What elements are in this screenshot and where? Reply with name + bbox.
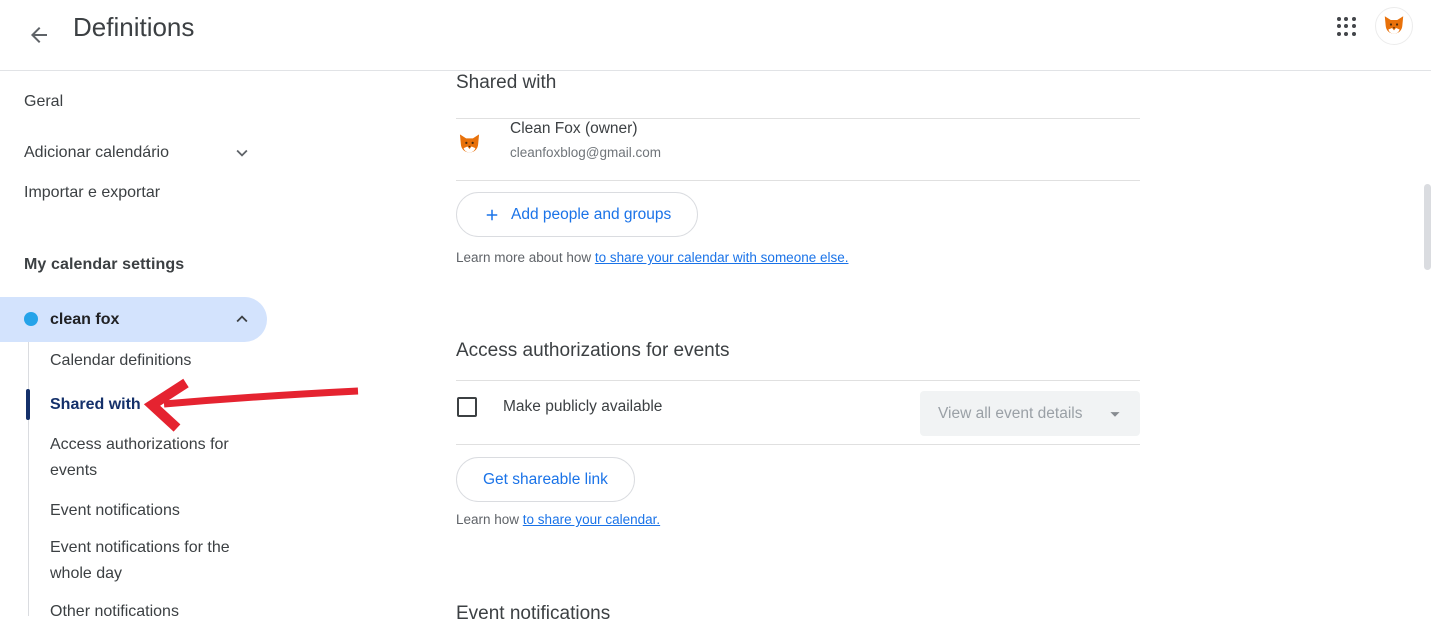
sidebar-item-shared-with[interactable]: Shared with [50,392,141,418]
sidebar-item-calendar-definitions[interactable]: Calendar definitions [50,348,191,374]
share-help-text: Learn more about how to share your calen… [456,250,848,265]
google-apps-button[interactable] [1326,6,1366,46]
active-item-indicator [26,389,30,420]
sidebar-item-event-notifications-whole-day[interactable]: Event notifications for the whole day [50,535,246,587]
share-link-help-text: Learn how to share your calendar. [456,512,660,527]
owner-email: cleanfoxblog@gmail.com [510,145,662,160]
share-help-prefix: Learn more about how [456,250,595,265]
divider [456,380,1140,381]
back-arrow-icon [27,23,51,50]
sidebar-item-access-authorizations[interactable]: Access authorizations for events [50,432,246,484]
sidebar-calendar-clean-fox[interactable]: clean fox [0,297,267,342]
vertical-scrollbar-thumb[interactable] [1424,184,1431,270]
owner-name: Clean Fox (owner) [510,120,638,137]
event-details-dropdown[interactable]: View all event details [920,391,1140,436]
subnav-rail [28,342,29,616]
divider [456,118,1140,119]
make-public-label: Make publicly available [503,398,663,415]
get-shareable-link-label: Get shareable link [483,470,608,488]
share-calendar-link[interactable]: to share your calendar with someone else… [595,250,849,265]
sidebar-item-general[interactable]: Geral [24,93,63,111]
back-button[interactable] [18,15,60,57]
access-auth-heading: Access authorizations for events [456,340,730,361]
chevron-down-icon[interactable] [231,142,253,164]
add-people-button-label: Add people and groups [511,205,672,223]
page-title: Definitions [73,12,195,42]
dropdown-caret-icon [1104,403,1126,425]
apps-grid-icon [1336,16,1356,36]
sidebar-item-other-notifications[interactable]: Other notifications [50,599,179,625]
share-link-help-prefix: Learn how [456,512,523,527]
settings-content: Shared with Clean Fox (owner) cleanfoxbl… [454,0,1140,624]
sidebar-item-import-export[interactable]: Importar e exportar [24,184,160,202]
chevron-up-icon[interactable] [231,308,253,330]
owner-fox-avatar-icon [454,129,484,159]
account-avatar[interactable] [1374,6,1414,46]
divider [456,180,1140,181]
calendar-color-dot [24,312,38,326]
sidebar-item-event-notifications[interactable]: Event notifications [50,498,180,524]
event-details-dropdown-value: View all event details [938,404,1083,422]
red-annotation-arrow [143,378,359,432]
add-people-button[interactable]: Add people and groups [456,192,699,237]
shared-with-heading: Shared with [456,72,557,93]
sidebar-section-header: My calendar settings [24,256,185,273]
fox-avatar-icon [1375,7,1413,45]
make-public-checkbox[interactable] [457,397,477,417]
get-shareable-link-button[interactable]: Get shareable link [456,457,635,502]
sidebar-item-add-calendar[interactable]: Adicionar calendário [24,144,169,162]
plus-icon [483,206,501,224]
calendar-name: clean fox [50,310,120,328]
divider [456,444,1140,445]
share-your-calendar-link[interactable]: to share your calendar. [523,512,660,527]
event-notifications-heading: Event notifications [456,603,611,624]
